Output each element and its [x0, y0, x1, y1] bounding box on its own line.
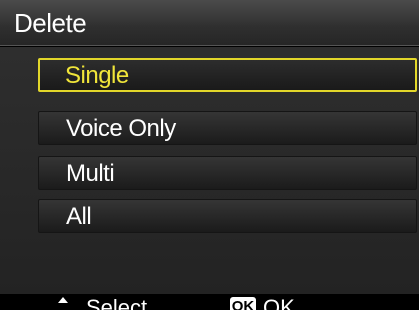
ok-button-icon: OK: [230, 297, 256, 310]
menu-item-label: Single: [65, 62, 129, 89]
menu-item-voice-only[interactable]: Voice Only: [38, 111, 417, 145]
menu-panel: Single Voice Only Multi All: [0, 47, 419, 294]
page-title: Delete: [14, 8, 87, 38]
menu-item-single[interactable]: Single: [38, 58, 417, 92]
menu-item-label: Multi: [66, 160, 115, 187]
delete-menu-screen: Delete Single Voice Only Multi All Selec…: [0, 0, 419, 310]
menu-item-all[interactable]: All: [38, 199, 417, 233]
up-down-arrow-icon: [58, 297, 68, 303]
header-bar: Delete: [0, 0, 419, 46]
ok-hint-label: OK: [263, 295, 295, 310]
menu-item-label: Voice Only: [66, 115, 176, 142]
menu-item-label: All: [66, 203, 92, 230]
footer-hint-bar: Select OK OK: [0, 294, 419, 310]
select-hint-label: Select: [86, 295, 148, 310]
menu-item-multi[interactable]: Multi: [38, 156, 417, 190]
